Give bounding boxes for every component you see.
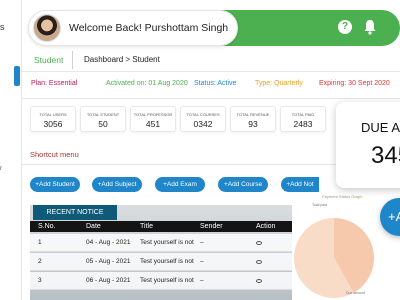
- legend-label: Total paid: [312, 203, 327, 207]
- view-icon[interactable]: [256, 239, 262, 246]
- plan-status: Status: Active: [194, 80, 237, 87]
- bell-icon[interactable]: [363, 19, 377, 35]
- breadcrumb-divider: [72, 51, 73, 69]
- stat-value: 0342: [193, 119, 213, 129]
- table-row: 3 06 - Aug - 2021 Test yourself is not –: [30, 272, 292, 290]
- stat-card-students[interactable]: TOTAL STUDENT 50: [80, 106, 126, 132]
- stat-card-revenue[interactable]: TOTAL REVENUE 93: [230, 106, 276, 132]
- column-header: Title: [140, 223, 153, 230]
- row-date: 05 - Aug - 2021: [86, 258, 131, 265]
- stat-value: 2483: [293, 119, 313, 129]
- stat-card-paid[interactable]: TOTAL PAID 2483: [280, 106, 326, 132]
- view-icon[interactable]: [256, 258, 262, 265]
- recent-notice-panel: RECENT NOTICE S.No. Date Title Sender Ac…: [30, 205, 292, 300]
- breadcrumb-section[interactable]: Student: [34, 55, 63, 65]
- due-label: DUE AMOU: [361, 120, 400, 135]
- row-number: 3: [38, 277, 42, 284]
- stat-card-courses[interactable]: TOTAL COURSES 0342: [180, 106, 226, 132]
- stat-label: TOTAL COURSES: [186, 112, 220, 117]
- breadcrumb-path[interactable]: Dashboard > Student: [84, 55, 160, 64]
- sidebar: s r: [0, 0, 22, 300]
- plan-type: Type: Quarterly: [255, 80, 303, 87]
- add-subject-button[interactable]: +Add Subject: [92, 177, 142, 192]
- stat-label: TOTAL USERS: [39, 112, 67, 117]
- row-title: Test yourself is not: [140, 258, 194, 265]
- plan-name: Plan: Essential: [31, 80, 78, 87]
- row-title: Test yourself is not: [140, 277, 194, 284]
- stat-value: 93: [248, 119, 258, 129]
- table-header: S.No. Date Title Sender Action: [30, 221, 292, 232]
- main-panel: Welcome Back! Purshottam Singh ? Student…: [22, 0, 400, 300]
- table-row: 2 05 - Aug - 2021 Test yourself is not –: [30, 253, 292, 271]
- notice-title: RECENT NOTICE: [33, 205, 117, 220]
- stat-value: 50: [98, 119, 108, 129]
- stat-label: TOTAL REVENUE: [236, 112, 270, 117]
- row-date: 06 - Aug - 2021: [86, 277, 131, 284]
- due-value: 3456: [371, 142, 400, 169]
- stat-value: 3056: [43, 119, 63, 129]
- sidebar-text: s: [0, 22, 5, 32]
- column-header: Date: [86, 223, 101, 230]
- shortcut-title: Shortcut menu: [30, 150, 79, 159]
- screen: s r Welcome Back! Purshottam Singh ? Stu…: [0, 0, 400, 300]
- column-header: Action: [256, 223, 276, 230]
- row-sender: –: [200, 258, 204, 265]
- stat-label: TOTAL PROFESSOR: [133, 112, 173, 117]
- plan-activated: Activated on: 01 Aug 2020: [106, 80, 188, 87]
- row-number: 2: [38, 258, 42, 265]
- row-sender: –: [200, 239, 204, 246]
- row-title: Test yourself is not: [140, 239, 194, 246]
- welcome-text: Welcome Back! Purshottam Singh: [69, 22, 229, 34]
- stat-card-professors[interactable]: TOTAL PROFESSOR 451: [130, 106, 176, 132]
- add-course-button[interactable]: +Add Course: [218, 177, 268, 192]
- chart-title: Payment Status Graph: [322, 194, 363, 199]
- stat-value: 451: [145, 119, 161, 129]
- help-icon[interactable]: ?: [338, 20, 352, 34]
- column-header: Sender: [200, 223, 223, 230]
- avatar[interactable]: [33, 14, 61, 42]
- welcome-pill: Welcome Back! Purshottam Singh: [28, 10, 238, 46]
- row-sender: –: [200, 277, 204, 284]
- view-icon[interactable]: [256, 277, 262, 284]
- add-notice-button[interactable]: +Add Not: [281, 177, 319, 192]
- legend-label: Due amount: [346, 291, 365, 295]
- table-row: 1 04 - Aug - 2021 Test yourself is not –: [30, 234, 292, 252]
- column-header: S.No.: [38, 223, 56, 230]
- row-number: 1: [38, 239, 42, 246]
- plan-info: Plan: Essential Activated on: 01 Aug 202…: [22, 76, 400, 92]
- breadcrumb: Student Dashboard > Student: [22, 48, 400, 72]
- add-exam-button[interactable]: +Add Exam: [155, 177, 205, 192]
- stat-label: TOTAL PAID: [291, 112, 315, 117]
- sidebar-active-indicator[interactable]: [14, 66, 20, 86]
- stat-label: TOTAL STUDENT: [86, 112, 120, 117]
- sidebar-small-text: r: [0, 166, 2, 172]
- plan-expiring: Expiring: 30 Sept 2020: [319, 80, 390, 87]
- due-amount-card: DUE AMOU 3456: [336, 102, 400, 188]
- row-date: 04 - Aug - 2021: [86, 239, 131, 246]
- add-student-button[interactable]: +Add Student: [30, 177, 80, 192]
- divider: [22, 98, 400, 99]
- top-header: Welcome Back! Purshottam Singh ?: [28, 10, 400, 46]
- stat-card-users[interactable]: TOTAL USERS 3056: [30, 106, 76, 132]
